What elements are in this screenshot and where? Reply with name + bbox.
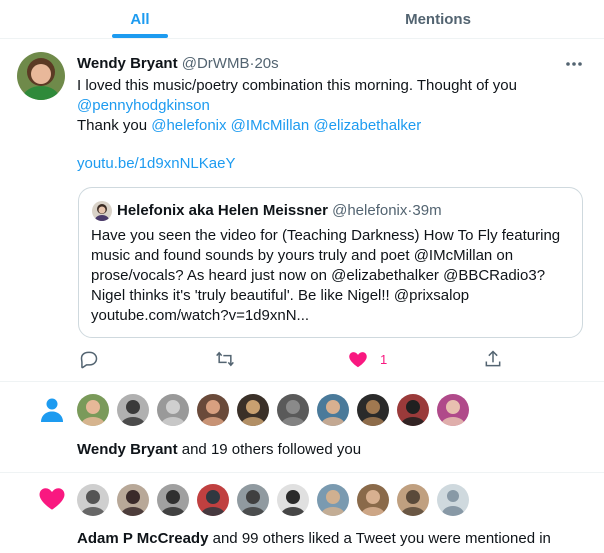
quoted-author-name[interactable]: Helefonix aka Helen Meissner <box>117 202 328 219</box>
user-avatar[interactable] <box>197 394 229 426</box>
user-avatar[interactable] <box>317 484 349 516</box>
mention-link[interactable]: @IMcMillan <box>231 117 310 134</box>
reply-button[interactable] <box>79 347 99 371</box>
mention-link[interactable]: @pennyhodgkinson <box>77 97 210 114</box>
mention-link[interactable]: @elizabethalker <box>313 117 421 134</box>
share-icon <box>485 350 501 367</box>
like-notification-rest: and 99 others liked a Tweet you were men… <box>212 530 551 547</box>
follow-notification-text: Wendy Bryant and 19 others followed you <box>77 441 361 458</box>
share-button[interactable] <box>483 347 503 371</box>
tab-mentions[interactable]: Mentions <box>298 0 578 38</box>
follower-name[interactable]: Wendy Bryant <box>77 441 178 458</box>
liker-avatars <box>77 484 477 518</box>
quoted-text-line: Nigel thinks it's 'truly beautiful'. Be … <box>91 287 470 304</box>
tweet-text-line-1: I loved this music/poetry combination th… <box>77 77 517 94</box>
retweet-button[interactable] <box>214 347 236 371</box>
heart-icon <box>38 485 66 513</box>
quoted-tweet-text: Have you seen the video for (Teaching Da… <box>91 226 576 326</box>
tweet-time[interactable]: 20s <box>254 55 278 72</box>
reply-icon <box>80 351 98 369</box>
mention-link[interactable]: @helefonix <box>151 117 226 134</box>
user-avatar[interactable] <box>157 484 189 516</box>
quoted-text-line: Have you seen the video for (Teaching Da… <box>91 227 561 244</box>
tab-all-label: All <box>130 10 150 28</box>
user-avatar[interactable] <box>77 394 109 426</box>
author-avatar[interactable] <box>17 52 65 100</box>
liker-name[interactable]: Adam P McCready <box>77 530 208 547</box>
user-avatar[interactable] <box>237 394 269 426</box>
person-icon <box>38 396 66 424</box>
notification-tabs: All Mentions <box>0 0 604 39</box>
user-avatar[interactable] <box>277 484 309 516</box>
user-avatar[interactable] <box>397 394 429 426</box>
quoted-tweet-time[interactable]: 39m <box>412 202 441 219</box>
tweet-text-line-4: youtu.be/1d9xnNLKaeY <box>77 154 587 174</box>
user-avatar[interactable] <box>437 484 469 516</box>
more-icon[interactable] <box>563 57 585 69</box>
author-handle[interactable]: @DrWMB <box>182 55 250 72</box>
tweet-actions: 1 <box>77 347 507 371</box>
user-avatar[interactable] <box>357 484 389 516</box>
author-name[interactable]: Wendy Bryant <box>77 55 178 72</box>
like-button[interactable]: 1 <box>348 347 387 371</box>
user-avatar[interactable] <box>157 394 189 426</box>
user-avatar[interactable] <box>117 394 149 426</box>
active-tab-indicator <box>112 34 168 38</box>
like-notification-text: Adam P McCready and 99 others liked a Tw… <box>77 530 551 547</box>
user-avatar[interactable] <box>277 394 309 426</box>
quoted-author-avatar[interactable] <box>92 201 112 221</box>
quoted-text-line: prose/vocals? As heard just now on @eliz… <box>91 267 546 284</box>
user-avatar[interactable] <box>237 484 269 516</box>
like-notification[interactable]: Adam P McCready and 99 others liked a Tw… <box>0 473 604 553</box>
tab-mentions-label: Mentions <box>405 10 471 28</box>
heart-filled-icon <box>349 352 367 368</box>
follow-notification[interactable]: Wendy Bryant and 19 others followed you <box>0 382 604 473</box>
like-count: 1 <box>380 351 388 367</box>
quoted-author-handle[interactable]: @helefonix <box>332 202 407 219</box>
tweet-header: Wendy Bryant @DrWMB·20s <box>77 55 279 72</box>
user-avatar[interactable] <box>357 394 389 426</box>
mention-tweet[interactable]: Wendy Bryant @DrWMB·20s I loved this mus… <box>0 39 604 382</box>
thank-you-text: Thank you <box>77 117 148 134</box>
tweet-text-line-3: Thank you @helefonix @IMcMillan @elizabe… <box>77 116 587 136</box>
user-avatar[interactable] <box>197 484 229 516</box>
user-avatar[interactable] <box>317 394 349 426</box>
user-avatar[interactable] <box>117 484 149 516</box>
quoted-tweet[interactable]: Helefonix aka Helen Meissner @helefonix·… <box>78 187 583 338</box>
follow-notification-rest: and 19 others followed you <box>181 441 362 458</box>
user-avatar[interactable] <box>77 484 109 516</box>
retweet-icon <box>216 351 234 367</box>
follower-avatars <box>77 394 477 428</box>
quoted-text-line: music and found sounds by yours truly an… <box>91 247 514 264</box>
tab-all[interactable]: All <box>0 0 280 38</box>
youtube-link[interactable]: youtu.be/1d9xnNLKaeY <box>77 155 235 172</box>
quoted-text-line: youtube.com/watch?v=1d9xnN... <box>91 307 310 324</box>
quoted-tweet-header: Helefonix aka Helen Meissner @helefonix·… <box>117 202 442 219</box>
tweet-text-line-2: @pennyhodgkinson <box>77 96 587 116</box>
user-avatar[interactable] <box>437 394 469 426</box>
user-avatar[interactable] <box>397 484 429 516</box>
